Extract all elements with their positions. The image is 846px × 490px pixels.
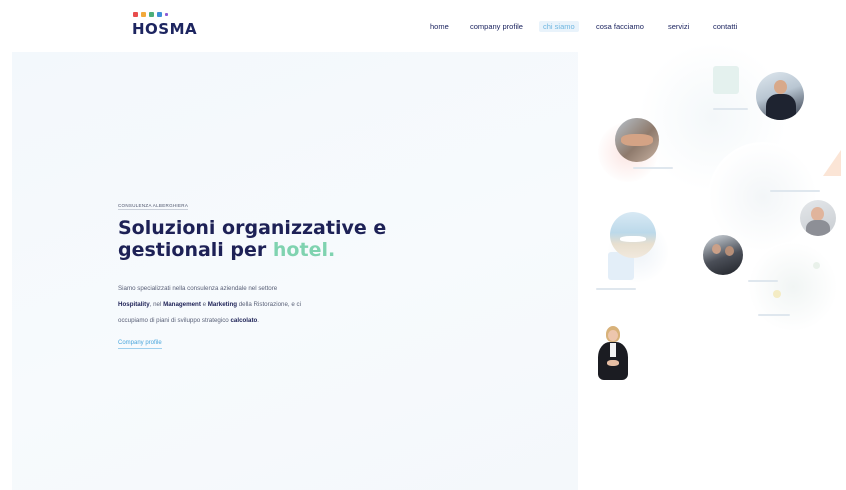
desc-text: e [200, 301, 208, 308]
photo-face [725, 246, 734, 256]
logo-dot [141, 12, 146, 17]
photo-face [608, 330, 618, 341]
logo-dot [133, 12, 138, 17]
photo-umbrella [620, 236, 646, 242]
photo-meeting [703, 235, 743, 275]
desc-text: . [257, 317, 260, 324]
decor-dot [773, 290, 781, 298]
hero-headline: Soluzioni organizzative e gestionali per… [118, 217, 418, 261]
nav-item-contatti[interactable]: contatti [713, 22, 737, 31]
logo-dot [165, 13, 168, 16]
desc-bold-marketing: Marketing [207, 301, 238, 308]
photo-woman-smiling [800, 200, 836, 236]
decor-blob [748, 242, 838, 332]
caption-line [770, 190, 820, 192]
caption-line [748, 280, 778, 282]
caption-line [596, 288, 636, 290]
desc-bold-hospitality: Hospitality [118, 301, 150, 308]
photo-handshake [615, 118, 659, 162]
nav-item-servizi[interactable]: servizi [668, 22, 689, 31]
decor-triangle [823, 150, 841, 176]
nav-item-chi-siamo[interactable]: chi siamo [539, 21, 579, 32]
headline-line-1: Soluzioni organizzative e [118, 217, 387, 239]
main-nav: home company profile chi siamo cosa facc… [0, 21, 846, 36]
caption-line [758, 314, 790, 316]
nav-item-company-profile[interactable]: company profile [470, 22, 523, 31]
photo-body [806, 220, 830, 236]
photo-businesswoman [592, 324, 634, 384]
logo-dot [149, 12, 154, 17]
photo-face [811, 207, 824, 221]
photo-hands [621, 134, 653, 146]
hero-description: Siamo specializzati nella consulenza azi… [118, 281, 388, 329]
hero-section [12, 52, 578, 490]
photo-face [712, 244, 721, 254]
desc-line-1: Siamo specializzati nella consulenza azi… [118, 285, 278, 292]
desc-bold-calcolato: calcolato [230, 317, 258, 324]
hero-eyebrow: CONSULENZA ALBERGHIERA [118, 203, 189, 210]
headline-line-2: gestionali per [118, 239, 273, 261]
decor-tile [713, 66, 739, 94]
photo-shirt [610, 343, 616, 357]
caption-line [633, 167, 673, 169]
logo-dot [157, 12, 162, 17]
company-profile-link[interactable]: Company profile [118, 340, 162, 349]
nav-item-home[interactable]: home [430, 22, 449, 31]
logo-dots [133, 12, 168, 17]
desc-bold-management: Management [163, 301, 201, 308]
image-collage [578, 42, 846, 490]
desc-text: , nel [149, 301, 164, 308]
caption-line [713, 108, 748, 110]
photo-face [774, 80, 787, 94]
page: HOSMA home company profile chi siamo cos… [0, 0, 846, 490]
nav-item-cosa-facciamo[interactable]: cosa facciamo [596, 22, 644, 31]
desc-text: della Ristorazione, e ci [237, 301, 301, 308]
photo-businessman [756, 72, 804, 120]
headline-highlight: hotel. [272, 239, 336, 261]
desc-line-3: occupiamo di piani di sviluppo strategic… [118, 317, 231, 324]
decor-dot [813, 262, 820, 269]
photo-beach [610, 212, 656, 258]
photo-hands [607, 360, 619, 366]
photo-body [766, 94, 796, 120]
